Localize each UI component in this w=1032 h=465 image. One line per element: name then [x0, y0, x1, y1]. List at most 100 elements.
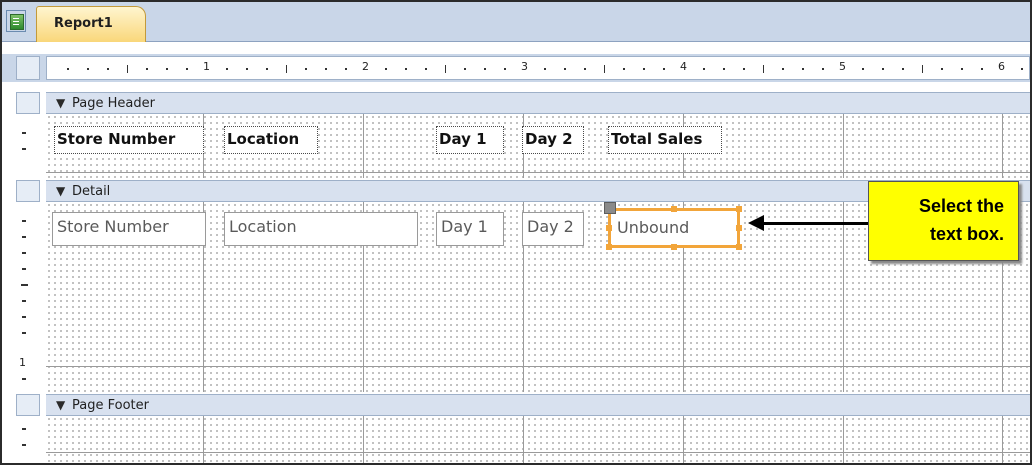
tab-report1-label: Report1: [54, 16, 113, 31]
textbox-unbound-text: Unbound: [617, 218, 690, 237]
grid-line: [843, 202, 844, 392]
grid-line: [46, 172, 1030, 173]
ruler-dot: [544, 68, 546, 70]
grid-line: [1002, 114, 1003, 178]
ruler-tick: [127, 65, 128, 73]
ruler-dot: [941, 68, 943, 70]
vruler-mark: [22, 132, 26, 134]
grid-line: [843, 416, 844, 463]
ruler-tick: [604, 65, 605, 73]
ruler-dot: [961, 68, 963, 70]
grid-line: [523, 416, 524, 463]
textbox-day-2[interactable]: Day 2: [522, 212, 584, 246]
vruler-mark: [22, 252, 26, 254]
horizontal-ruler-bar: 1 2 3 4 5 6: [2, 54, 1030, 82]
ruler-number-4: 4: [680, 60, 687, 73]
callout-line-1: Select the: [918, 196, 1004, 216]
ruler-dot: [325, 68, 327, 70]
resize-handle[interactable]: [736, 244, 742, 250]
ruler-dot: [882, 68, 884, 70]
resize-handle[interactable]: [736, 225, 742, 231]
textbox-unbound[interactable]: Unbound: [604, 202, 742, 250]
resize-handle[interactable]: [606, 244, 612, 250]
grid-line: [46, 366, 1030, 367]
ruler-dot: [345, 68, 347, 70]
ruler-dot: [862, 68, 864, 70]
ruler-dot: [226, 68, 228, 70]
document-tab-strip: Report1: [2, 2, 1030, 42]
textbox-day-1[interactable]: Day 1: [436, 212, 504, 246]
ruler-dot: [425, 68, 427, 70]
ruler-dot: [643, 68, 645, 70]
vruler-mark: [21, 284, 28, 286]
band-page-footer[interactable]: ▼ Page Footer: [46, 394, 1030, 416]
ruler-dot: [504, 68, 506, 70]
ruler-dot: [484, 68, 486, 70]
ruler-dot: [146, 68, 148, 70]
resize-handle[interactable]: [736, 206, 742, 212]
resize-handle[interactable]: [671, 206, 677, 212]
ruler-dot: [703, 68, 705, 70]
vruler-mark: [22, 300, 26, 302]
horizontal-ruler[interactable]: 1 2 3 4 5 6: [46, 56, 1030, 80]
vruler-mark: [22, 148, 26, 150]
instruction-callout: Select the text box.: [868, 181, 1019, 261]
band-page-header-label: Page Header: [72, 96, 155, 111]
label-day-2[interactable]: Day 2: [522, 126, 584, 154]
ruler-dot: [1021, 68, 1023, 70]
section-collapse-icon: ▼: [56, 398, 66, 412]
ruler-dot: [822, 68, 824, 70]
vruler-mark: [22, 220, 26, 222]
ruler-dot: [902, 68, 904, 70]
ruler-dot: [564, 68, 566, 70]
arrow-left-icon: [748, 215, 764, 231]
band-page-footer-label: Page Footer: [72, 398, 149, 413]
vruler-mark: [22, 316, 26, 318]
report-selector[interactable]: [16, 56, 40, 80]
detail-selector[interactable]: [16, 180, 40, 202]
page-header-section[interactable]: Store Number Location Day 1 Day 2 Total …: [46, 114, 1030, 178]
move-handle[interactable]: [604, 202, 616, 214]
ruler-dot: [166, 68, 168, 70]
ruler-dot: [782, 68, 784, 70]
ruler-number-3: 3: [521, 60, 528, 73]
grid-line: [843, 114, 844, 178]
grid-line: [46, 452, 1030, 453]
ruler-tick: [763, 65, 764, 73]
section-collapse-icon: ▼: [56, 96, 66, 110]
ruler-dot: [743, 68, 745, 70]
ruler-number-1: 1: [203, 60, 210, 73]
textbox-store-number[interactable]: Store Number: [52, 212, 206, 246]
label-total-sales[interactable]: Total Sales: [608, 126, 722, 154]
label-store-number[interactable]: Store Number: [54, 126, 204, 154]
ruler-dot: [405, 68, 407, 70]
ruler-dot: [305, 68, 307, 70]
resize-handle[interactable]: [671, 244, 677, 250]
grid-line: [363, 114, 364, 178]
vruler-mark: [22, 236, 26, 238]
ruler-dot: [107, 68, 109, 70]
callout-line-2: text box.: [929, 224, 1004, 244]
ruler-number-5: 5: [839, 60, 846, 73]
ruler-tick: [286, 65, 287, 73]
resize-handle[interactable]: [606, 225, 612, 231]
band-page-header[interactable]: ▼ Page Header: [46, 92, 1030, 114]
ruler-dot: [67, 68, 69, 70]
grid-line: [683, 416, 684, 463]
label-day-1[interactable]: Day 1: [436, 126, 504, 154]
vruler-mark: [22, 378, 26, 380]
ruler-dot: [623, 68, 625, 70]
ruler-tick: [445, 65, 446, 73]
label-location[interactable]: Location: [224, 126, 318, 154]
ruler-number-6: 6: [998, 60, 1005, 73]
ruler-dot: [663, 68, 665, 70]
ruler-dot: [802, 68, 804, 70]
ruler-dot: [981, 68, 983, 70]
report-icon: [6, 10, 26, 32]
page-header-selector[interactable]: [16, 92, 40, 114]
page-footer-selector[interactable]: [16, 394, 40, 416]
textbox-location[interactable]: Location: [224, 212, 418, 246]
page-footer-section[interactable]: [46, 416, 1030, 463]
ruler-tick: [922, 65, 923, 73]
band-detail-label: Detail: [72, 184, 111, 199]
